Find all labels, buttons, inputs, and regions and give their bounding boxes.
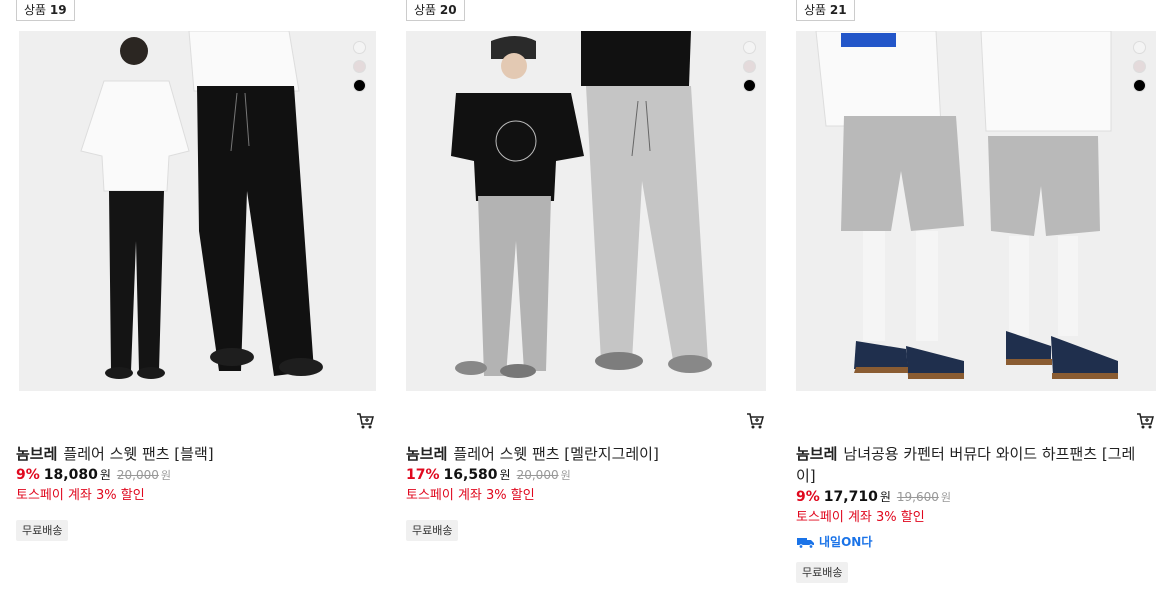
original-price: 20,000 [116,468,159,482]
product-name: 플레어 스웻 팬츠 [블랙] [63,445,214,463]
product-title[interactable]: 놈브레 플레어 스웻 팬츠 [블랙] [16,443,366,465]
product-info: 놈브레 남녀공용 카펜터 버뮤다 와이드 하프팬츠 [그레이] 9% 17,710 원… [796,443,1146,583]
discount-rate: 9% [16,467,40,483]
truck-icon [797,538,814,549]
currency: 원 [99,468,111,482]
free-shipping-badge: 무료배송 [406,520,459,541]
product-card[interactable]: 상품 20 놈브레 플레어 스웻 팬츠 [멜란지그레이] 17% 16,580 … [406,0,768,590]
original-price: 19,600 [896,490,939,504]
product-number-tag: 상품 21 [796,0,855,21]
promo-text: 토스페이 계좌 3% 할인 [406,488,535,503]
product-info: 놈브레 플레어 스웻 팬츠 [멜란지그레이] 17% 16,580 원 20,000 원 … [406,443,756,541]
swatch-white[interactable] [743,41,756,54]
product-photo-black-pants [19,31,376,391]
swatch-black[interactable] [743,79,756,92]
product-number-tag: 상품 20 [406,0,465,21]
product-image[interactable] [19,31,376,391]
swatch-white[interactable] [353,41,366,54]
brand-name: 놈브레 [796,445,838,463]
product-title[interactable]: 놈브레 남녀공용 카펜터 버뮤다 와이드 하프팬츠 [그레이] [796,443,1146,487]
product-image[interactable] [796,31,1156,391]
product-info: 놈브레 플레어 스웻 팬츠 [블랙] 9% 18,080 원 20,000 원 토스페이 … [16,443,366,541]
product-image[interactable] [406,31,766,391]
original-currency: 원 [160,469,171,482]
tomorrow-delivery-label: 내일ON다 [796,532,1146,552]
original-currency: 원 [560,469,571,482]
product-name: 플레어 스웻 팬츠 [멜란지그레이] [453,445,659,463]
swatch-pink[interactable] [353,60,366,73]
tag-prefix: 상품 [24,3,47,17]
delivery-text: 내일ON다 [819,535,873,549]
product-title[interactable]: 놈브레 플레어 스웻 팬츠 [멜란지그레이] [406,443,756,465]
tag-prefix: 상품 [804,3,827,17]
free-shipping-badge: 무료배송 [796,562,849,583]
sale-price: 18,080 [43,467,98,483]
swatch-white[interactable] [1133,41,1146,54]
sale-price: 17,710 [823,489,878,505]
swatch-black[interactable] [353,79,366,92]
free-shipping-badge: 무료배송 [16,520,69,541]
sale-price: 16,580 [443,467,498,483]
product-name: 남녀공용 카펜터 버뮤다 와이드 하프팬츠 [그레이] [796,445,1136,485]
product-card[interactable]: 상품 21 놈브레 남녀공용 카펜터 버뮤다 와이드 하프팬츠 [그레이] 9%… [796,0,1158,590]
tag-number: 21 [829,3,847,17]
price-row: 9% 18,080 원 20,000 원 [16,465,366,486]
brand-name: 놈브레 [406,445,448,463]
cart-icon[interactable] [1136,412,1154,430]
discount-rate: 9% [796,489,820,505]
swatch-pink[interactable] [1133,60,1146,73]
original-currency: 원 [940,491,951,504]
promo-text: 토스페이 계좌 3% 할인 [796,510,925,525]
color-swatches [353,41,366,92]
color-swatches [1133,41,1146,92]
discount-rate: 17% [406,467,440,483]
product-photo-grey-pants [406,31,766,391]
currency: 원 [499,468,511,482]
price-row: 9% 17,710 원 19,600 원 [796,487,1146,508]
cart-icon[interactable] [356,412,374,430]
tag-prefix: 상품 [414,3,437,17]
tag-number: 19 [49,3,67,17]
currency: 원 [879,490,891,504]
original-price: 20,000 [516,468,559,482]
product-photo-grey-shorts [796,31,1156,391]
brand-name: 놈브레 [16,445,58,463]
color-swatches [743,41,756,92]
promo-text: 토스페이 계좌 3% 할인 [16,488,145,503]
price-row: 17% 16,580 원 20,000 원 [406,465,756,486]
swatch-pink[interactable] [743,60,756,73]
tag-number: 20 [439,3,457,17]
product-card[interactable]: 상품 19 놈브레 플레어 스웻 팬츠 [블랙] 9% 18,080 원 20,… [16,0,378,590]
swatch-black[interactable] [1133,79,1146,92]
cart-icon[interactable] [746,412,764,430]
product-number-tag: 상품 19 [16,0,75,21]
